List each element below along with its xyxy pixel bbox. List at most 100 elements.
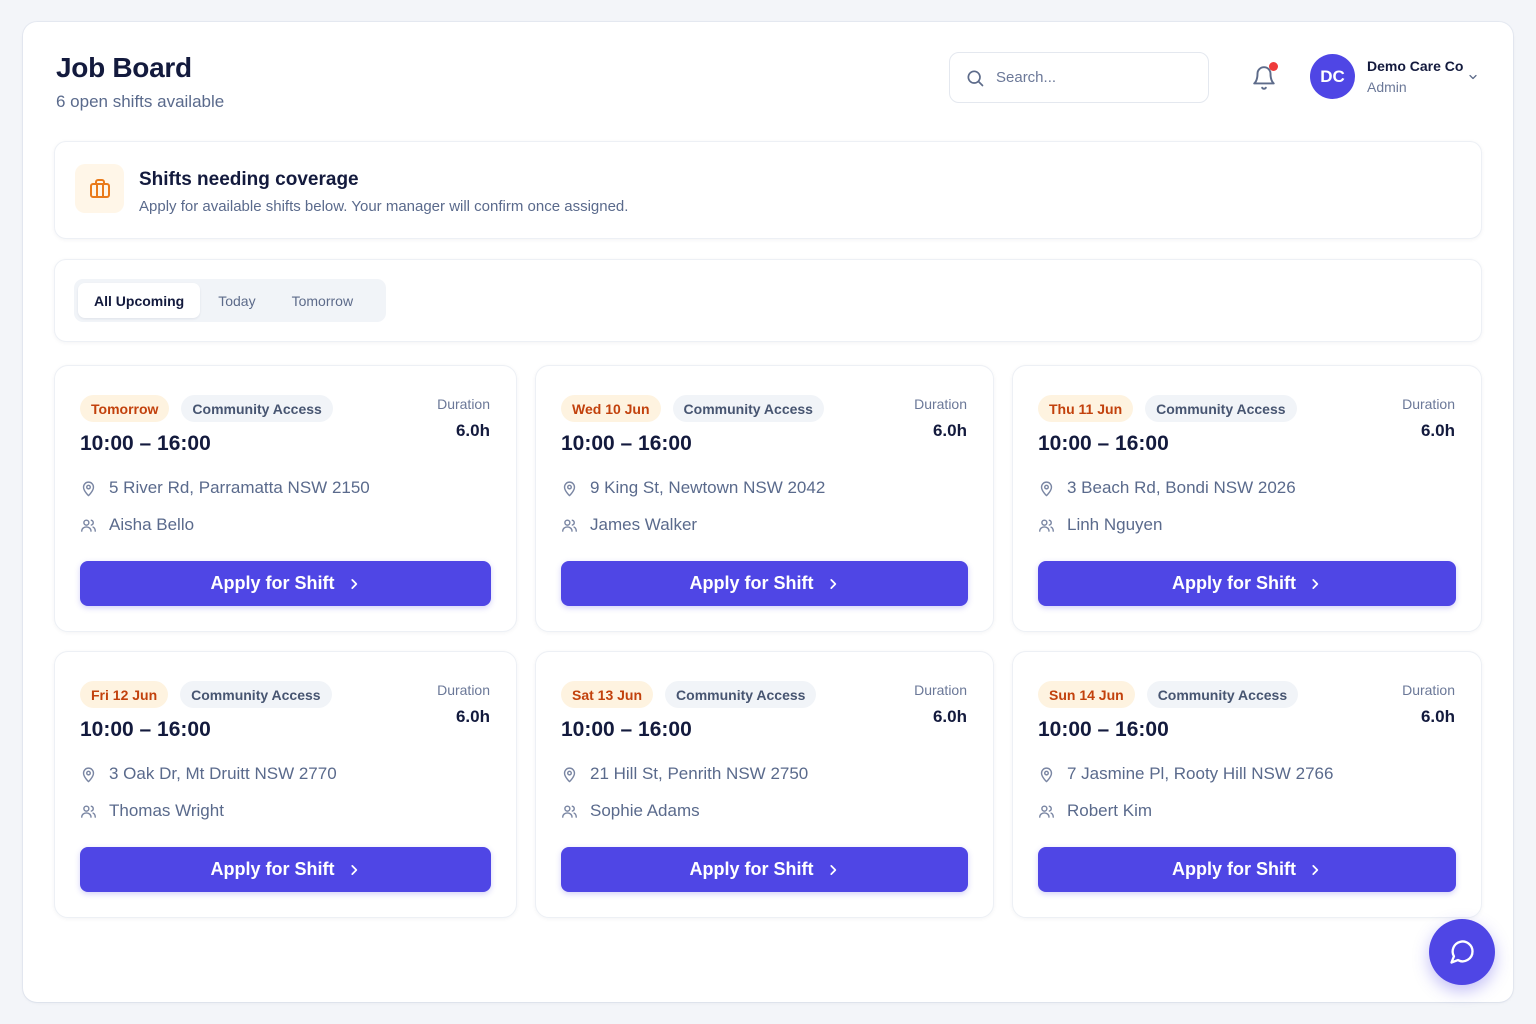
date-badge: Fri 12 Jun [80, 681, 169, 708]
user-name: Demo Care Co [1367, 58, 1464, 74]
map-pin-icon [82, 766, 95, 782]
duration-value: 6.0h [455, 421, 490, 440]
users-icon [1039, 804, 1054, 818]
duration-block: Duration 6.0h [914, 682, 967, 727]
shift-type-badge: Community Access [665, 681, 817, 708]
shift-time: 10:00 – 16:00 [561, 432, 692, 455]
filter-tabs: All Upcoming Today Tomorrow [74, 279, 386, 322]
apply-shift-button[interactable]: Apply for Shift [80, 561, 491, 606]
shift-address: 9 King St, Newtown NSW 2042 [561, 478, 825, 498]
coverage-banner: Shifts needing coverage Apply for availa… [54, 141, 1482, 239]
notification-dot [1269, 62, 1278, 71]
shift-card: Tomorrow Community Access 10:00 – 16:00 … [54, 365, 517, 632]
shift-client: Linh Nguyen [1038, 515, 1162, 535]
map-pin-icon [82, 480, 95, 496]
apply-label: Apply for Shift [1172, 859, 1296, 879]
chevron-down-icon [1469, 74, 1477, 80]
shift-type-badge: Community Access [180, 681, 332, 708]
apply-label: Apply for Shift [210, 573, 335, 593]
page-header: Job Board 6 open shifts available [56, 52, 224, 112]
date-badge: Sun 14 Jun [1038, 681, 1135, 708]
client-name: Aisha Bello [109, 515, 195, 534]
address-text: 9 King St, Newtown NSW 2042 [590, 478, 826, 497]
client-name: Thomas Wright [109, 801, 224, 820]
shift-type-badge: Community Access [181, 395, 333, 422]
client-name: James Walker [590, 515, 698, 534]
address-text: 21 Hill St, Penrith NSW 2750 [590, 764, 809, 783]
duration-value: 6.0h [1420, 707, 1455, 726]
shift-type-badge: Community Access [672, 395, 824, 422]
shift-card: Sun 14 Jun Community Access 10:00 – 16:0… [1012, 651, 1482, 918]
date-badge: Wed 10 Jun [561, 395, 661, 422]
duration-label: Duration [437, 396, 490, 412]
apply-label: Apply for Shift [689, 573, 814, 593]
users-icon [562, 518, 577, 532]
shift-time: 10:00 – 16:00 [80, 718, 211, 741]
shift-card: Thu 11 Jun Community Access 10:00 – 16:0… [1012, 365, 1482, 632]
filter-bar: All Upcoming Today Tomorrow [54, 259, 1482, 342]
user-role: Admin [1367, 79, 1407, 95]
shift-badges: Tomorrow Community Access [80, 395, 345, 422]
shift-card: Sat 13 Jun Community Access 10:00 – 16:0… [535, 651, 994, 918]
apply-shift-button[interactable]: Apply for Shift [80, 847, 491, 892]
search-icon [967, 70, 984, 86]
duration-value: 6.0h [455, 707, 490, 726]
client-name: Linh Nguyen [1067, 515, 1163, 534]
chevron-right-icon [829, 578, 836, 589]
map-pin-icon [1040, 480, 1053, 496]
shift-address: 3 Oak Dr, Mt Druitt NSW 2770 [80, 764, 337, 784]
shift-address: 5 River Rd, Parramatta NSW 2150 [80, 478, 370, 498]
map-pin-icon [563, 766, 576, 782]
shift-badges: Sun 14 Jun Community Access [1038, 681, 1310, 708]
duration-label: Duration [914, 682, 967, 698]
duration-block: Duration 6.0h [1402, 396, 1455, 441]
users-icon [81, 518, 96, 532]
duration-block: Duration 6.0h [914, 396, 967, 441]
apply-shift-button[interactable]: Apply for Shift [561, 561, 968, 606]
client-name: Sophie Adams [590, 801, 700, 820]
shift-badges: Wed 10 Jun Community Access [561, 395, 836, 422]
shift-type-badge: Community Access [1146, 681, 1299, 708]
date-badge: Thu 11 Jun [1038, 395, 1134, 422]
address-text: 3 Beach Rd, Bondi NSW 2026 [1067, 478, 1296, 497]
address-text: 3 Oak Dr, Mt Druitt NSW 2770 [109, 764, 337, 783]
date-badge: Tomorrow [80, 395, 170, 422]
users-icon [562, 804, 577, 818]
tab-all-upcoming[interactable]: All Upcoming [78, 283, 201, 318]
apply-shift-button[interactable]: Apply for Shift [561, 847, 968, 892]
apply-shift-button[interactable]: Apply for Shift [1038, 561, 1456, 606]
shift-client: James Walker [561, 515, 697, 535]
shift-time: 10:00 – 16:00 [1038, 718, 1169, 741]
duration-label: Duration [1402, 396, 1455, 412]
chevron-right-icon [350, 864, 357, 875]
tab-tomorrow[interactable]: Tomorrow [274, 283, 371, 318]
users-icon [81, 804, 96, 818]
shift-time: 10:00 – 16:00 [1038, 432, 1169, 455]
chevron-right-icon [1312, 864, 1319, 875]
duration-label: Duration [914, 396, 967, 412]
tab-today[interactable]: Today [200, 283, 273, 318]
date-badge: Sat 13 Jun [561, 681, 654, 708]
duration-value: 6.0h [1420, 421, 1455, 440]
user-menu[interactable]: DC Demo Care Co Admin [1310, 54, 1477, 99]
chat-bubble-icon [1450, 940, 1474, 964]
duration-value: 6.0h [932, 421, 967, 440]
chevron-right-icon [829, 864, 836, 875]
search-box[interactable] [949, 52, 1209, 103]
shift-badges: Thu 11 Jun Community Access [1038, 395, 1309, 422]
duration-block: Duration 6.0h [437, 682, 490, 727]
duration-label: Duration [437, 682, 490, 698]
shift-client: Robert Kim [1038, 801, 1152, 821]
shift-address: 7 Jasmine Pl, Rooty Hill NSW 2766 [1038, 764, 1333, 784]
shift-type-badge: Community Access [1145, 395, 1297, 422]
avatar: DC [1310, 54, 1355, 99]
shift-client: Thomas Wright [80, 801, 224, 821]
apply-shift-button[interactable]: Apply for Shift [1038, 847, 1456, 892]
shift-card: Wed 10 Jun Community Access 10:00 – 16:0… [535, 365, 994, 632]
users-icon [1039, 518, 1054, 532]
apply-label: Apply for Shift [1172, 573, 1296, 593]
shift-time: 10:00 – 16:00 [561, 718, 692, 741]
search-input[interactable] [996, 69, 1186, 86]
chat-button[interactable] [1429, 919, 1495, 985]
chevron-right-icon [1312, 578, 1319, 589]
